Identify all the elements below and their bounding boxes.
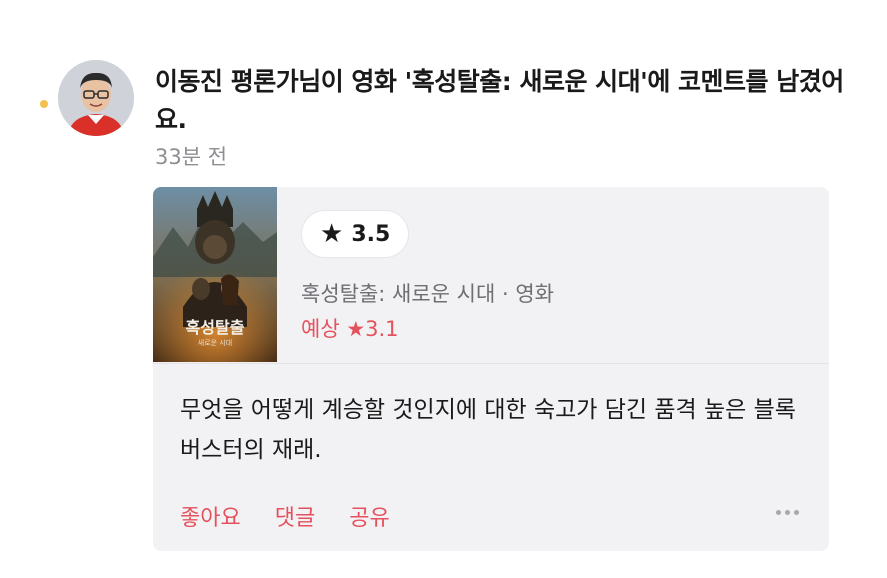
unread-indicator	[40, 100, 48, 108]
poster-image: 혹성탈출 새로운 시대	[153, 187, 277, 362]
expected-rating: 예상 ★3.1	[301, 317, 399, 341]
more-horizontal-icon[interactable]	[776, 510, 799, 515]
poster-title: 혹성탈출	[186, 318, 245, 337]
action-bar: 좋아요 댓글 공유	[180, 500, 390, 532]
my-rating-badge[interactable]: ★ 3.5	[301, 210, 410, 258]
star-icon: ★	[320, 219, 344, 249]
avatar[interactable]	[58, 60, 134, 136]
divider	[153, 363, 829, 364]
like-button[interactable]: 좋아요	[180, 500, 241, 532]
avatar-image	[58, 60, 134, 136]
more-dot	[776, 510, 781, 515]
feed-headline[interactable]: 이동진 평론가님이 영화 '혹성탈출: 새로운 시대'에 코멘트를 남겼어요.	[155, 63, 845, 139]
more-dot	[785, 510, 790, 515]
rating-value: 3.5	[351, 221, 391, 247]
movie-title-type[interactable]: 혹성탈출: 새로운 시대 · 영화	[301, 278, 554, 308]
timestamp: 33분 전	[155, 145, 228, 169]
movie-summary[interactable]: 혹성탈출 새로운 시대 ★ 3.5 혹성탈출: 새로운 시대 · 영화 예상 ★…	[153, 187, 829, 362]
poster-subtitle: 새로운 시대	[198, 338, 232, 347]
comment-text[interactable]: 무엇을 어떻게 계승할 것인지에 대한 숙고가 담긴 품격 높은 블록버스터의 …	[180, 390, 800, 470]
more-dot	[794, 510, 799, 515]
movie-poster[interactable]: 혹성탈출 새로운 시대	[153, 187, 277, 362]
share-button[interactable]: 공유	[349, 500, 389, 532]
comment-button[interactable]: 댓글	[275, 500, 315, 532]
comment-card[interactable]: 혹성탈출 새로운 시대 ★ 3.5 혹성탈출: 새로운 시대 · 영화 예상 ★…	[153, 187, 829, 551]
